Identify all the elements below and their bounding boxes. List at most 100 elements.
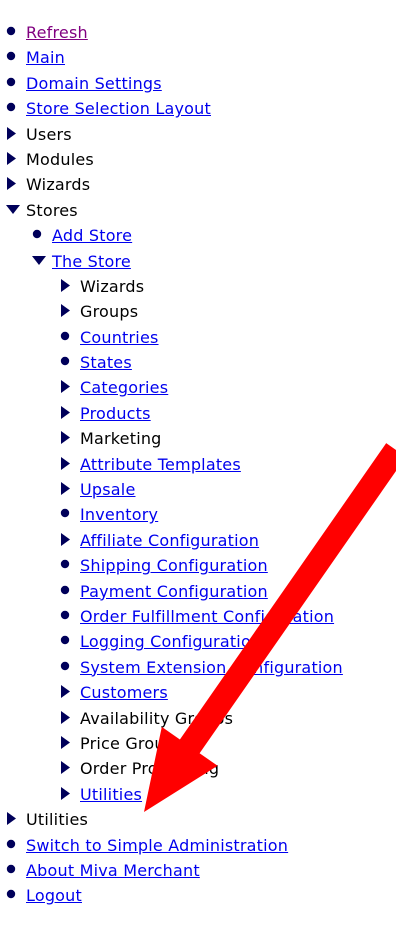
collapsed-arrow-icon[interactable] (60, 452, 76, 477)
nav-item-label[interactable]: The Store (52, 249, 131, 274)
nav-item-store-selection-layout[interactable]: Store Selection Layout (0, 96, 396, 121)
expanded-arrow-icon[interactable] (32, 249, 48, 274)
nav-item-utilities[interactable]: Utilities (0, 782, 396, 807)
nav-item-label: Marketing (80, 429, 162, 449)
nav-item-label[interactable]: Store Selection Layout (26, 96, 211, 121)
nav-item-label[interactable]: States (80, 350, 132, 375)
collapsed-arrow-icon[interactable] (60, 401, 76, 426)
nav-item-label[interactable]: Add Store (52, 223, 132, 248)
nav-item-label[interactable]: Customers (80, 680, 168, 705)
nav-item-label[interactable]: Order Fulfillment Configuration (80, 604, 334, 629)
nav-item-modules[interactable]: Modules (0, 147, 396, 172)
bullet-icon (6, 858, 22, 883)
collapsed-arrow-icon[interactable] (60, 426, 76, 451)
nav-item-label[interactable]: Inventory (80, 502, 158, 527)
admin-navigation-tree: Refresh Main Domain Settings Store Selectio… (0, 20, 396, 909)
collapsed-arrow-icon[interactable] (6, 172, 22, 197)
nav-item-inventory[interactable]: Inventory (0, 502, 396, 527)
collapsed-arrow-icon[interactable] (6, 147, 22, 172)
bullet-icon (6, 20, 22, 45)
nav-item-label[interactable]: About Miva Merchant (26, 858, 200, 883)
bullet-icon (60, 579, 76, 604)
nav-item-main[interactable]: Main (0, 45, 396, 70)
nav-item-label[interactable]: Logging Configuration (80, 629, 261, 654)
nav-item-label[interactable]: Shipping Configuration (80, 553, 268, 578)
nav-item-label[interactable]: Categories (80, 375, 168, 400)
nav-item-label[interactable]: Main (26, 45, 65, 70)
bullet-icon (6, 71, 22, 96)
bullet-icon (60, 502, 76, 527)
collapsed-arrow-icon[interactable] (6, 807, 22, 832)
nav-item-attribute-templates[interactable]: Attribute Templates (0, 452, 396, 477)
nav-item-stores[interactable]: Stores (0, 198, 396, 223)
bullet-icon (60, 655, 76, 680)
nav-item-label[interactable]: Utilities (80, 782, 142, 807)
nav-item-label[interactable]: Payment Configuration (80, 579, 268, 604)
nav-item-label[interactable]: Domain Settings (26, 71, 162, 96)
bullet-icon (6, 96, 22, 121)
collapsed-arrow-icon[interactable] (60, 299, 76, 324)
bullet-icon (60, 553, 76, 578)
expanded-arrow-icon[interactable] (6, 198, 22, 223)
nav-item-label[interactable]: Affiliate Configuration (80, 528, 259, 553)
nav-item-payment-configuration[interactable]: Payment Configuration (0, 579, 396, 604)
nav-item-utilities[interactable]: Utilities (0, 807, 396, 832)
nav-item-wizards[interactable]: Wizards (0, 172, 396, 197)
nav-item-label: Users (26, 124, 72, 144)
nav-item-label: Availability Groups (80, 708, 234, 728)
nav-item-marketing[interactable]: Marketing (0, 426, 396, 451)
nav-item-price-groups[interactable]: Price Groups (0, 731, 396, 756)
nav-item-label[interactable]: Switch to Simple Administration (26, 833, 288, 858)
nav-item-label: Stores (26, 200, 78, 220)
collapsed-arrow-icon[interactable] (60, 477, 76, 502)
nav-item-the-store[interactable]: The Store (0, 249, 396, 274)
nav-item-system-extension-configuration[interactable]: System Extension Configuration (0, 655, 396, 680)
nav-item-label: Price Groups (80, 733, 184, 753)
collapsed-arrow-icon[interactable] (6, 122, 22, 147)
nav-item-upsale[interactable]: Upsale (0, 477, 396, 502)
nav-item-about-miva-merchant[interactable]: About Miva Merchant (0, 858, 396, 883)
nav-item-label[interactable]: Products (80, 401, 151, 426)
nav-item-label: Wizards (26, 175, 91, 195)
nav-item-switch-to-simple-administration[interactable]: Switch to Simple Administration (0, 833, 396, 858)
nav-item-label[interactable]: Attribute Templates (80, 452, 241, 477)
nav-item-order-fulfillment-configuration[interactable]: Order Fulfillment Configuration (0, 604, 396, 629)
bullet-icon (60, 325, 76, 350)
bullet-icon (32, 223, 48, 248)
nav-item-users[interactable]: Users (0, 122, 396, 147)
nav-item-order-processing[interactable]: Order Processing (0, 756, 396, 781)
nav-item-label[interactable]: Upsale (80, 477, 136, 502)
bullet-icon (60, 604, 76, 629)
bullet-icon (60, 629, 76, 654)
nav-item-states[interactable]: States (0, 350, 396, 375)
nav-item-label[interactable]: Countries (80, 325, 159, 350)
collapsed-arrow-icon[interactable] (60, 731, 76, 756)
nav-item-shipping-configuration[interactable]: Shipping Configuration (0, 553, 396, 578)
nav-item-availability-groups[interactable]: Availability Groups (0, 706, 396, 731)
nav-item-customers[interactable]: Customers (0, 680, 396, 705)
nav-item-logging-configuration[interactable]: Logging Configuration (0, 629, 396, 654)
collapsed-arrow-icon[interactable] (60, 782, 76, 807)
nav-item-label[interactable]: Logout (26, 883, 82, 908)
nav-item-groups[interactable]: Groups (0, 299, 396, 324)
nav-item-domain-settings[interactable]: Domain Settings (0, 71, 396, 96)
nav-item-logout[interactable]: Logout (0, 883, 396, 908)
nav-item-add-store[interactable]: Add Store (0, 223, 396, 248)
nav-item-refresh[interactable]: Refresh (0, 20, 396, 45)
nav-item-wizards[interactable]: Wizards (0, 274, 396, 299)
collapsed-arrow-icon[interactable] (60, 274, 76, 299)
collapsed-arrow-icon[interactable] (60, 706, 76, 731)
bullet-icon (6, 883, 22, 908)
collapsed-arrow-icon[interactable] (60, 680, 76, 705)
nav-item-label: Order Processing (80, 759, 220, 779)
collapsed-arrow-icon[interactable] (60, 528, 76, 553)
nav-item-categories[interactable]: Categories (0, 375, 396, 400)
nav-item-countries[interactable]: Countries (0, 325, 396, 350)
nav-item-products[interactable]: Products (0, 401, 396, 426)
nav-item-affiliate-configuration[interactable]: Affiliate Configuration (0, 528, 396, 553)
nav-item-label: Modules (26, 149, 94, 169)
nav-item-label[interactable]: System Extension Configuration (80, 655, 343, 680)
nav-item-label[interactable]: Refresh (26, 20, 88, 45)
collapsed-arrow-icon[interactable] (60, 756, 76, 781)
collapsed-arrow-icon[interactable] (60, 375, 76, 400)
